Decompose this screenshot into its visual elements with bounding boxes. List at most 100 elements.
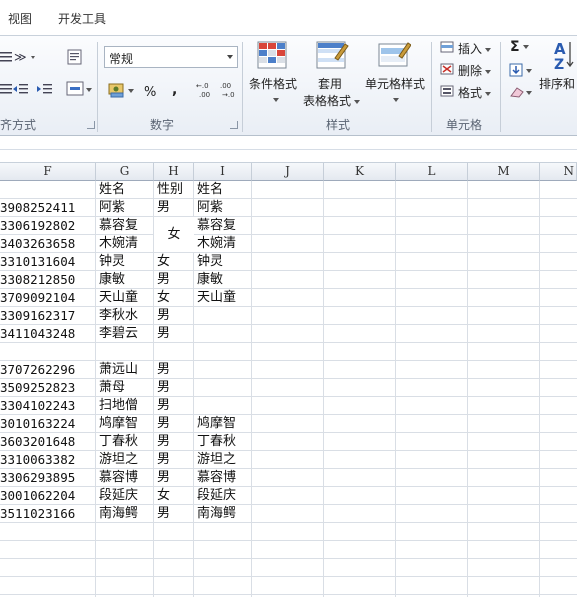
cell-h[interactable]: 男 (157, 397, 170, 414)
cell-i[interactable]: 慕容博 (197, 469, 236, 486)
sort-filter-icon[interactable]: A Z (552, 38, 577, 72)
column-header-h[interactable]: H (154, 163, 194, 181)
number-dialog-launcher[interactable] (230, 121, 238, 129)
formula-bar[interactable] (0, 137, 577, 163)
cell-i[interactable]: 天山童 (197, 289, 236, 306)
cell-f[interactable]: 3001062204 (0, 487, 75, 504)
cell-g[interactable]: 李碧云 (99, 325, 138, 342)
merge-center-icon[interactable] (66, 80, 94, 98)
cell-g[interactable]: 康敏 (99, 271, 125, 288)
cell-h[interactable]: 女 (157, 487, 170, 504)
decrease-indent-icon[interactable] (12, 82, 30, 96)
decrease-decimal-icon[interactable]: .00 →.0 (220, 80, 240, 100)
cell-g[interactable]: 南海鳄 (99, 505, 138, 522)
column-header-k[interactable]: K (324, 163, 396, 181)
cell-i[interactable]: 木婉清 (197, 235, 236, 252)
cell-i[interactable]: 丁春秋 (197, 433, 236, 450)
cell-f[interactable]: 3709092104 (0, 289, 75, 306)
cell-i[interactable]: 康敏 (197, 271, 223, 288)
chevron-down-icon[interactable] (390, 92, 399, 106)
cell-i[interactable]: 慕容复 (197, 217, 236, 234)
cell-f[interactable]: 3310131604 (0, 253, 75, 270)
clear-icon[interactable] (509, 84, 535, 100)
cell-g[interactable]: 扫地僧 (99, 397, 138, 414)
cell-h[interactable]: 女 (157, 253, 170, 270)
cell-g[interactable]: 萧母 (99, 379, 125, 396)
cell-h[interactable]: 性别 (157, 181, 183, 198)
cell-f[interactable]: 3308212850 (0, 271, 75, 288)
cell-g[interactable]: 姓名 (99, 181, 125, 198)
comma-style-button[interactable]: , (172, 82, 177, 98)
cell-g[interactable]: 阿紫 (99, 199, 125, 216)
column-header-f[interactable]: F (0, 163, 96, 181)
cell-g[interactable]: 慕容复 (99, 217, 138, 234)
cell-h[interactable]: 男 (157, 433, 170, 450)
cell-f[interactable]: 3010163224 (0, 415, 75, 432)
cell-i[interactable]: 段延庆 (197, 487, 236, 504)
cell-g[interactable]: 天山童 (99, 289, 138, 306)
cell-f[interactable]: 3908252411 (0, 199, 75, 216)
cell-f[interactable]: 3309162317 (0, 307, 75, 324)
insert-button[interactable]: 插入 (458, 40, 492, 57)
percent-style-button[interactable]: % (144, 85, 156, 100)
cell-h[interactable]: 男 (157, 505, 170, 522)
cell-f[interactable]: 3306192802 (0, 217, 75, 234)
cell-f[interactable]: 3304102243 (0, 397, 75, 414)
cell-h[interactable]: 男 (157, 379, 170, 396)
cell-g[interactable]: 慕容博 (99, 469, 138, 486)
accounting-format-icon[interactable] (108, 81, 138, 99)
cell-f[interactable]: 3707262296 (0, 361, 75, 378)
cell-h[interactable]: 男 (157, 199, 170, 216)
conditional-format-button[interactable]: 条件格式 (249, 75, 297, 92)
cell-g[interactable]: 木婉清 (99, 235, 138, 252)
cell-g[interactable]: 段延庆 (99, 487, 138, 504)
cell-i[interactable]: 南海鳄 (197, 505, 236, 522)
cell-styles-icon[interactable] (377, 40, 411, 72)
cell-f[interactable]: 3403263658 (0, 235, 75, 252)
increase-decimal-icon[interactable]: ←.0 .00 (196, 80, 216, 100)
tab-view[interactable]: 视图 (8, 10, 32, 27)
cell-h[interactable]: 男 (157, 307, 170, 324)
cell-f[interactable]: 3603201648 (0, 433, 75, 450)
format-as-table-line1[interactable]: 套用 (318, 75, 342, 92)
format-as-table-icon[interactable] (315, 40, 349, 72)
sort-filter-button[interactable]: 排序和 (539, 75, 575, 92)
cell-f[interactable]: 3411043248 (0, 325, 75, 342)
cell-g[interactable]: 钟灵 (99, 253, 125, 270)
column-header-j[interactable]: J (252, 163, 324, 181)
cell-h[interactable]: 男 (157, 415, 170, 432)
column-header-i[interactable]: I (194, 163, 252, 181)
insert-cells-icon[interactable] (440, 40, 456, 54)
column-header-g[interactable]: G (96, 163, 154, 181)
cell-h[interactable]: 女 (157, 289, 170, 306)
column-header-m[interactable]: M (468, 163, 540, 181)
cell-i[interactable]: 阿紫 (197, 199, 223, 216)
cell-i[interactable]: 姓名 (197, 181, 223, 198)
cell-h[interactable]: 男 (157, 271, 170, 288)
cell-g[interactable]: 鸠摩智 (99, 415, 138, 432)
conditional-format-icon[interactable] (256, 40, 290, 72)
column-header-n[interactable]: N (540, 163, 577, 181)
fill-icon[interactable] (509, 62, 535, 78)
cell-i[interactable]: 游坦之 (197, 451, 236, 468)
delete-cells-icon[interactable] (440, 62, 456, 76)
cell-g[interactable]: 丁春秋 (99, 433, 138, 450)
cell-f[interactable]: 3310063382 (0, 451, 75, 468)
align-lines-icon[interactable] (0, 50, 14, 64)
cell-f[interactable]: 3306293895 (0, 469, 75, 486)
tab-developer[interactable]: 开发工具 (58, 10, 106, 27)
alignment-dialog-launcher[interactable] (87, 121, 95, 129)
cell-styles-button[interactable]: 单元格样式 (365, 75, 425, 92)
cell-i[interactable]: 钟灵 (197, 253, 223, 270)
format-button[interactable]: 格式 (458, 84, 492, 101)
increase-indent-icon[interactable] (36, 82, 54, 96)
cell-h[interactable]: 男 (157, 469, 170, 486)
text-orientation-icon[interactable]: ≫ (14, 48, 40, 66)
autosum-icon[interactable]: Σ (510, 39, 529, 55)
cell-h[interactable]: 男 (157, 361, 170, 378)
cell-g[interactable]: 萧远山 (99, 361, 138, 378)
merged-cell-h[interactable]: 女 (154, 217, 194, 252)
delete-button[interactable]: 删除 (458, 62, 492, 79)
cell-g[interactable]: 游坦之 (99, 451, 138, 468)
format-as-table-button[interactable]: 表格格式 (303, 92, 361, 109)
